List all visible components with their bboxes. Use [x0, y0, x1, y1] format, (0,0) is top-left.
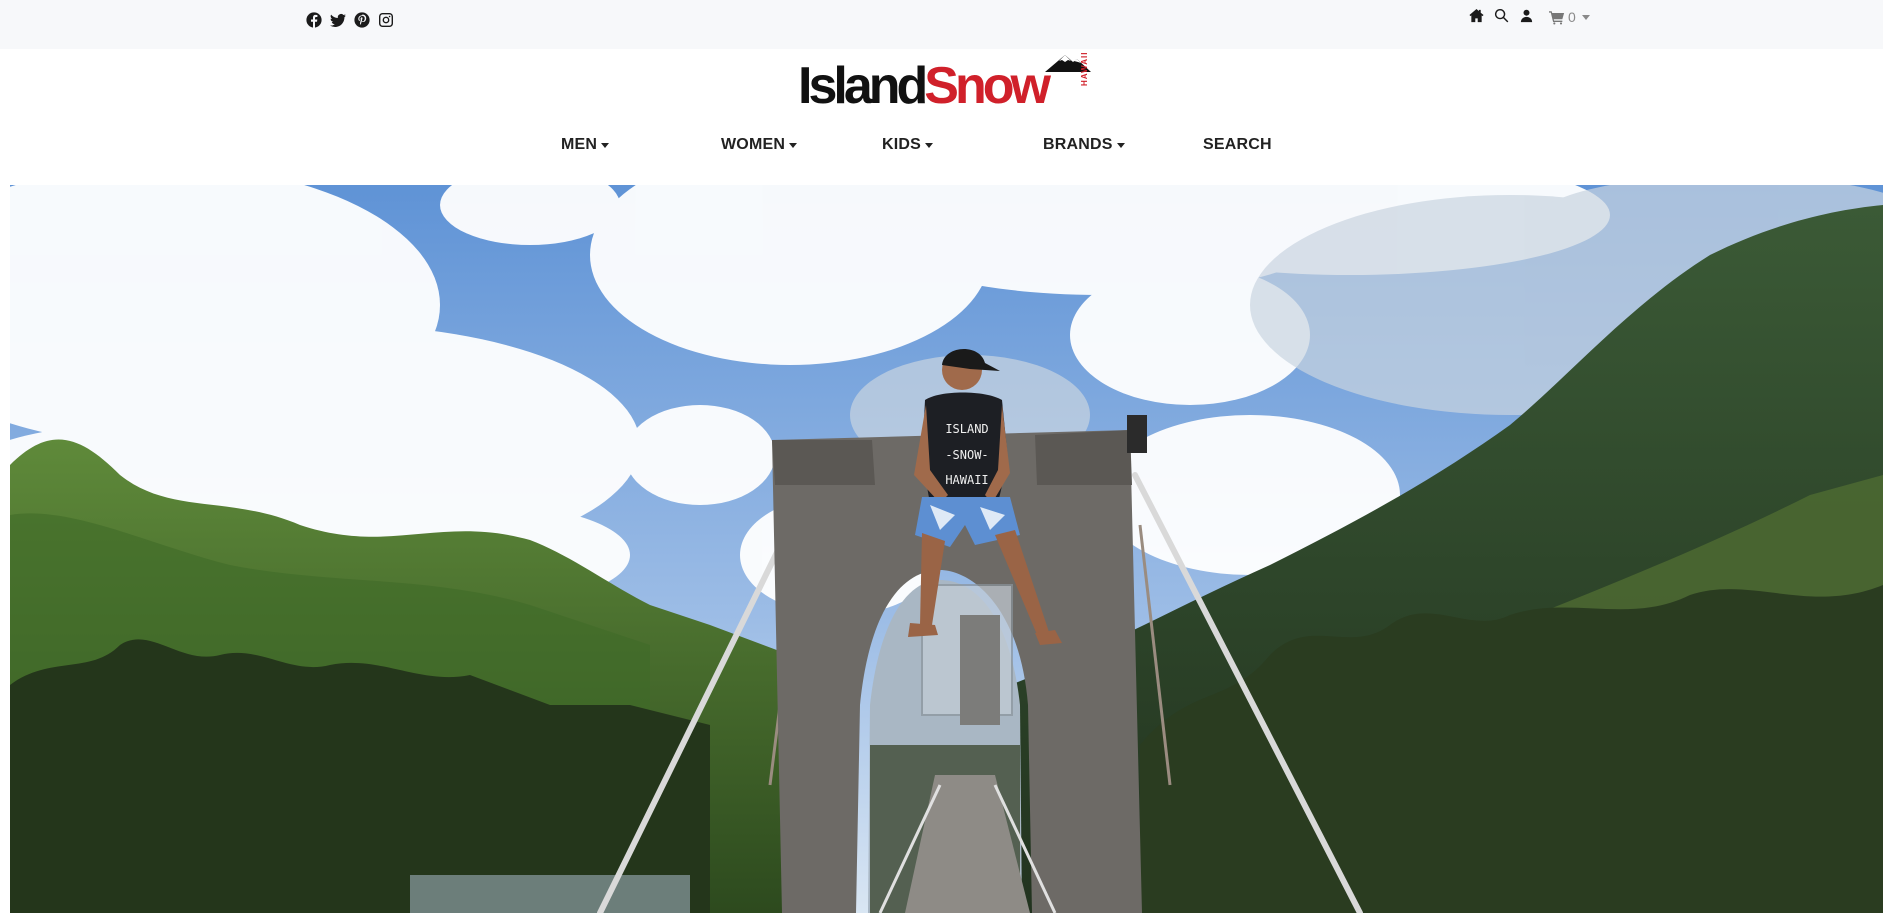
search-icon[interactable] [1493, 7, 1510, 24]
nav-item-women[interactable]: WOMEN [721, 136, 798, 154]
home-icon[interactable] [1468, 7, 1485, 24]
chevron-down-icon [1116, 142, 1125, 148]
logo-text-island: Island [798, 57, 928, 115]
social-links [305, 11, 395, 29]
logo-text-snow: Snow [924, 57, 1051, 115]
account-icon[interactable] [1518, 7, 1535, 24]
logo-tagline: HAWAII [1080, 51, 1089, 86]
chevron-down-icon [1581, 14, 1590, 20]
instagram-icon[interactable] [377, 11, 395, 29]
nav-item-label: SEARCH [1203, 136, 1272, 153]
chevron-down-icon [601, 142, 610, 148]
shirt-text-1: ISLAND [945, 422, 988, 436]
nav-item-label: KIDS [882, 136, 922, 153]
pinterest-icon[interactable] [353, 11, 371, 29]
chevron-down-icon [925, 142, 934, 148]
site-logo[interactable]: IslandSnow HAWAII [798, 52, 1104, 114]
cart-count: 0 [1568, 9, 1576, 25]
nav-item-brands[interactable]: BRANDS [1043, 136, 1125, 154]
twitter-icon[interactable] [329, 11, 347, 29]
nav-item-label: WOMEN [721, 136, 786, 153]
cart-button[interactable]: 0 [1549, 9, 1590, 25]
top-bar: 0 [0, 0, 1883, 49]
hero-image: ISLAND -SNOW- HAWAII [10, 185, 1883, 913]
shirt-text-2: -SNOW- [945, 448, 988, 462]
nav-item-men[interactable]: MEN [561, 136, 610, 154]
logo-wordmark: IslandSnow [798, 57, 1051, 115]
main-nav: MEN WOMEN KIDS BRANDS SEARCH [0, 136, 1883, 162]
shirt-text-3: HAWAII [945, 473, 988, 487]
nav-item-search[interactable]: SEARCH [1203, 136, 1272, 154]
cart-icon [1549, 10, 1565, 25]
nav-item-kids[interactable]: KIDS [882, 136, 934, 154]
hero-banner[interactable]: ISLAND -SNOW- HAWAII [10, 185, 1883, 913]
chevron-down-icon [789, 142, 798, 148]
utility-links: 0 [1468, 5, 1590, 25]
nav-item-label: MEN [561, 136, 598, 153]
facebook-icon[interactable] [305, 11, 323, 29]
nav-item-label: BRANDS [1043, 136, 1113, 153]
